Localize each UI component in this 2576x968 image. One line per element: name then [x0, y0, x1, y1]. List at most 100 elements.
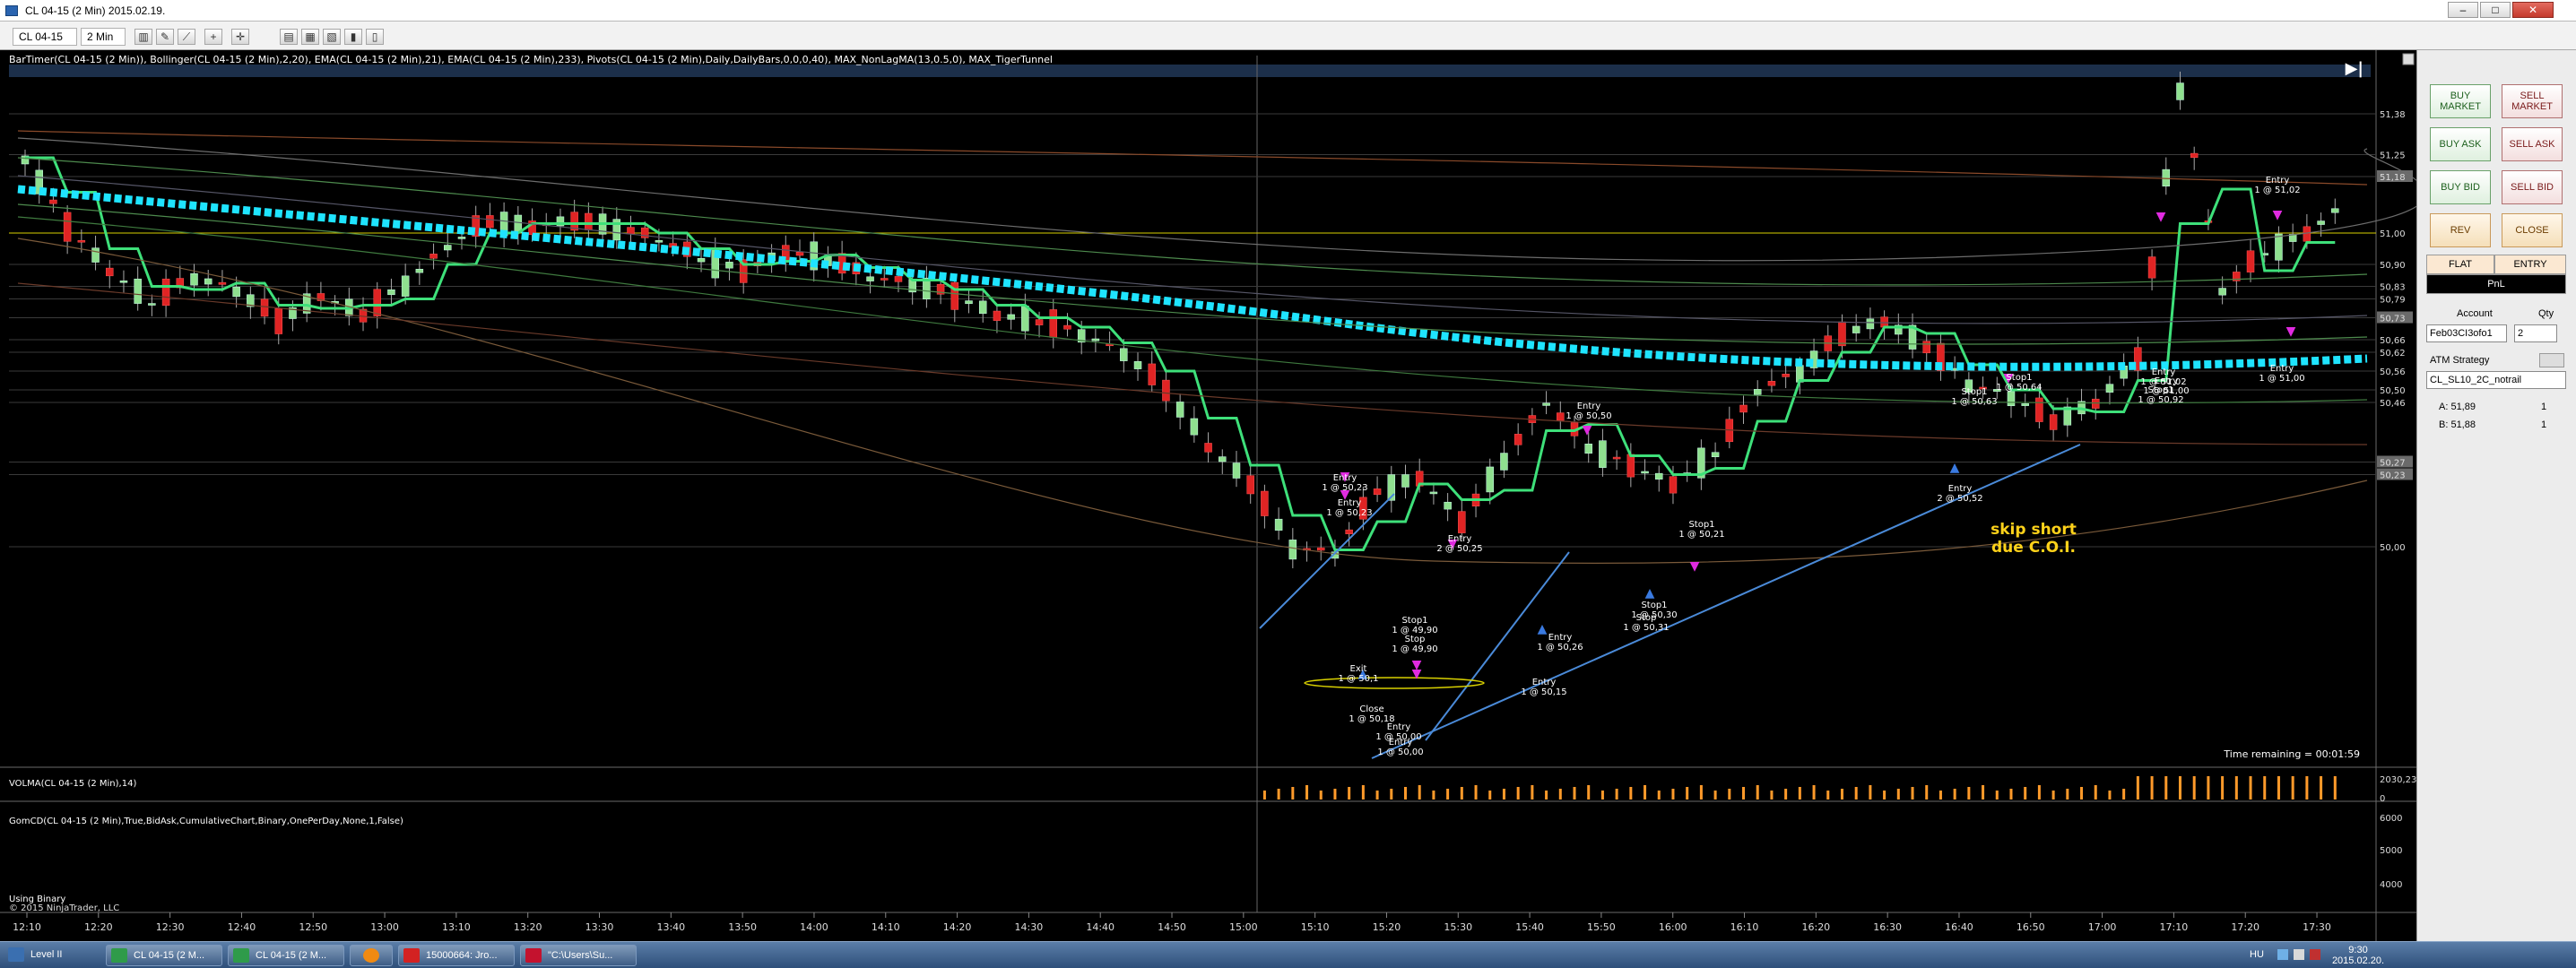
- buy-market-button[interactable]: BUY MARKET: [2430, 84, 2491, 118]
- minimize-button[interactable]: –: [2448, 2, 2478, 18]
- interval-selector[interactable]: 2 Min: [81, 28, 126, 46]
- buy-bid-button[interactable]: BUY BID: [2430, 170, 2491, 204]
- taskbar-item-level2[interactable]: Level II: [4, 945, 97, 966]
- volume-bar: [1375, 791, 1379, 799]
- trade-marker: ▼: [2286, 324, 2296, 339]
- bar-type-icon[interactable]: ▥: [134, 29, 152, 45]
- volume-bar: [2037, 785, 2041, 799]
- taskbar-item-document[interactable]: 15000664: Jro...: [398, 945, 515, 966]
- buy-ask-button[interactable]: BUY ASK: [2430, 127, 2491, 161]
- entry-button[interactable]: ENTRY: [2494, 255, 2566, 274]
- price-label: 50,56: [2380, 367, 2406, 377]
- volume-bar: [2051, 791, 2055, 799]
- candle: [1345, 529, 1353, 534]
- volume-bar: [1728, 789, 1731, 799]
- instrument-selector[interactable]: CL 04-15: [13, 28, 77, 46]
- maximize-button[interactable]: □: [2480, 2, 2511, 18]
- atm-config-button[interactable]: [2539, 353, 2564, 367]
- candle: [1373, 488, 1382, 496]
- time-label: 13:20: [514, 921, 542, 933]
- candle: [2021, 403, 2029, 406]
- account-select[interactable]: Feb03CI3ofo1: [2426, 324, 2507, 342]
- chart-app-icon: [233, 948, 249, 963]
- time-label: 16:30: [1873, 921, 1902, 933]
- time-label: 17:30: [2303, 921, 2331, 933]
- price-chart[interactable]: 51,38 51,25 51,18 51,00 50,90 50,83 50,79 50,73…: [0, 50, 2416, 941]
- volume-icon[interactable]: [2294, 949, 2304, 960]
- strategy-icon[interactable]: ▦: [301, 29, 319, 45]
- template-icon[interactable]: ▧: [323, 29, 341, 45]
- volume-bar: [1713, 791, 1717, 799]
- candle: [1133, 361, 1142, 369]
- candle: [148, 303, 156, 306]
- candle: [1148, 363, 1156, 385]
- volume-bar: [1291, 787, 1295, 799]
- dom-icon[interactable]: ▮: [344, 29, 362, 45]
- candle: [1922, 341, 1930, 354]
- taskbar-item-chart-2[interactable]: CL 04-15 (2 M...: [228, 945, 344, 966]
- pencil-icon[interactable]: ✎: [156, 29, 174, 45]
- bid-price: B: 51,88: [2439, 419, 2476, 430]
- crosshair-icon[interactable]: ✛: [231, 29, 249, 45]
- volume-bar: [1883, 791, 1886, 799]
- volume-bar: [1262, 791, 1266, 799]
- sell-market-button[interactable]: SELL MARKET: [2502, 84, 2563, 118]
- candle: [91, 247, 100, 263]
- clock[interactable]: 9:30 2015.02.20.: [2331, 945, 2385, 966]
- volume-bar: [1896, 789, 1900, 799]
- candle: [1091, 338, 1100, 341]
- time-label: 13:30: [585, 921, 614, 933]
- chart-trader-icon[interactable]: ▯: [366, 29, 384, 45]
- qty-input[interactable]: 2: [2514, 324, 2557, 342]
- candle: [415, 269, 424, 273]
- taskbar-item-orange-app[interactable]: [350, 945, 393, 966]
- language-indicator[interactable]: HU: [2243, 949, 2270, 960]
- network-icon[interactable]: [2277, 949, 2288, 960]
- taskbar-item-chart-1[interactable]: CL 04-15 (2 M...: [106, 945, 222, 966]
- sell-bid-button[interactable]: SELL BID: [2502, 170, 2563, 204]
- window-title: CL 04-15 (2 Min) 2015.02.19.: [25, 4, 166, 17]
- candle: [993, 310, 1002, 321]
- candle: [1035, 319, 1044, 325]
- reverse-button[interactable]: REV: [2430, 213, 2491, 247]
- time-label: 17:20: [2231, 921, 2259, 933]
- chart-canvas[interactable]: 51,38 51,25 51,18 51,00 50,90 50,83 50,79 50,73…: [0, 50, 2416, 941]
- volume-bar: [2234, 776, 2238, 799]
- chart-trader-panel: BUY MARKET SELL MARKET BUY ASK SELL ASK …: [2416, 50, 2576, 941]
- volume-bar: [1812, 785, 1816, 799]
- orange-app-icon: [363, 948, 379, 963]
- trade-marker: ▲: [1950, 461, 1960, 475]
- time-remaining-label: Time remaining = 00:01:59: [2223, 748, 2360, 760]
- price-label: 50,90: [2380, 261, 2406, 271]
- volume-bar: [1403, 787, 1407, 799]
- volume-bar: [1644, 785, 1647, 799]
- gomcd-scale-label: 6000: [2380, 814, 2402, 824]
- candle: [1782, 374, 1790, 377]
- flat-button[interactable]: FLAT: [2426, 255, 2494, 274]
- indicator-strip: [9, 65, 2371, 77]
- time-label: 13:10: [442, 921, 471, 933]
- flag-icon[interactable]: [2310, 949, 2320, 960]
- zoom-icon[interactable]: +: [204, 29, 222, 45]
- draw-tool-icon[interactable]: ⟋: [178, 29, 195, 45]
- close-window-button[interactable]: ✕: [2512, 2, 2554, 18]
- candle: [218, 281, 227, 285]
- candle: [697, 257, 706, 263]
- time-label: 16:00: [1659, 921, 1687, 933]
- taskbar-item-command[interactable]: "C:\Users\Su...: [520, 945, 637, 966]
- volume-scale-label: 2030,23: [2380, 775, 2416, 785]
- document-app-icon: [403, 948, 420, 963]
- volume-bar: [1967, 787, 1971, 799]
- volume-bar: [1573, 787, 1576, 799]
- candle: [627, 227, 635, 235]
- candle: [1175, 402, 1184, 418]
- close-position-button[interactable]: CLOSE: [2502, 213, 2563, 247]
- time-label: 14:40: [1086, 921, 1115, 933]
- sell-ask-button[interactable]: SELL ASK: [2502, 127, 2563, 161]
- candle: [1288, 540, 1297, 560]
- atm-strategy-select[interactable]: CL_SL10_2C_notrail: [2426, 371, 2566, 389]
- time-label: 15:50: [1587, 921, 1616, 933]
- candle: [106, 267, 114, 277]
- time-label: 14:20: [943, 921, 972, 933]
- properties-icon[interactable]: ▤: [280, 29, 298, 45]
